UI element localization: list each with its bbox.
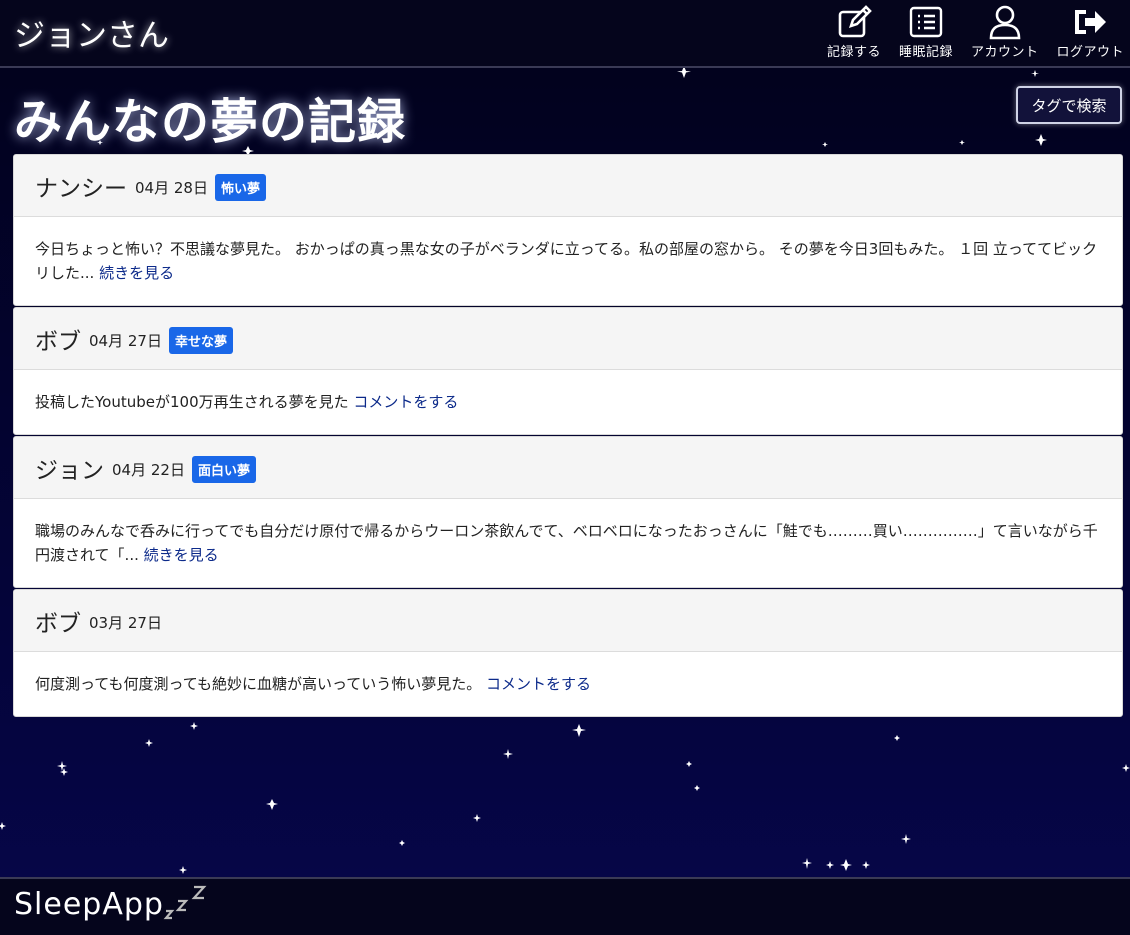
read-more-link[interactable]: 続きを見る xyxy=(99,264,174,282)
dream-post-card: ナンシー 04月 28日 怖い夢 今日ちょっと怖い？不思議な夢見た。 おかっぱの… xyxy=(13,154,1123,306)
nav-logout-button[interactable]: ログアウト xyxy=(1056,4,1124,60)
star-icon xyxy=(399,840,405,846)
star-icon xyxy=(266,799,278,810)
post-text: 今日ちょっと怖い？不思議な夢見た。 おかっぱの真っ黒な女の子がベランダに立ってる… xyxy=(35,240,1098,282)
dream-post-card: ボブ 03月 27日 何度測っても何度測っても絶妙に血糖が高いっていう怖い夢見た… xyxy=(13,589,1123,717)
dream-post-card: ボブ 04月 27日 幸せな夢 投稿したYoutubeが100万再生される夢を見… xyxy=(13,307,1123,435)
post-author: ボブ xyxy=(35,610,81,637)
list-icon xyxy=(909,6,943,38)
post-header: ジョン 04月 22日 面白い夢 xyxy=(14,437,1122,499)
star-icon xyxy=(802,858,812,869)
star-icon xyxy=(694,785,700,791)
post-author: ナンシー xyxy=(35,175,127,202)
nav-menu: 記録する 睡眠記録 アカウント ログアウト xyxy=(809,4,1124,60)
post-tag-badge[interactable]: 幸せな夢 xyxy=(168,326,233,354)
post-author: ジョン xyxy=(35,457,104,484)
logout-icon xyxy=(1075,10,1107,34)
nav-record-button[interactable]: 記録する xyxy=(827,4,881,60)
nav-account-label: アカウント xyxy=(970,45,1039,60)
post-date: 03月 27日 xyxy=(89,614,162,632)
star-icon xyxy=(473,814,481,822)
nav-account-button[interactable]: アカウント xyxy=(971,4,1039,60)
star-icon xyxy=(0,822,6,830)
post-date: 04月 28日 xyxy=(135,179,208,197)
read-more-link[interactable]: 続きを見る xyxy=(144,546,219,564)
post-body: 何度測っても何度測っても絶妙に血糖が高いっていう怖い夢見た。 コメントをする xyxy=(14,652,1122,716)
star-icon xyxy=(145,739,153,747)
post-tag-badge[interactable]: 怖い夢 xyxy=(214,173,266,201)
post-header: ボブ 04月 27日 幸せな夢 xyxy=(14,308,1122,370)
star-icon xyxy=(572,724,586,737)
post-body: 職場のみんなで呑みに行ってでも自分だけ原付で帰るからウーロン茶飲んでて、ベロベロ… xyxy=(14,499,1122,587)
post-text: 何度測っても何度測っても絶妙に血糖が高いっていう怖い夢見た。 xyxy=(35,675,482,693)
dream-post-card: ジョン 04月 22日 面白い夢 職場のみんなで呑みに行ってでも自分だけ原付で帰… xyxy=(13,436,1123,588)
nav-sleep-log-label: 睡眠記録 xyxy=(898,45,953,60)
star-icon xyxy=(894,735,900,741)
star-icon xyxy=(959,140,965,145)
top-navbar: ジョンさん 記録する 睡眠記録 アカウント ログアウト xyxy=(0,0,1130,68)
comment-link[interactable]: コメントをする xyxy=(353,393,458,411)
star-icon xyxy=(862,861,870,869)
nav-sleep-log-button[interactable]: 睡眠記録 xyxy=(899,4,953,60)
post-author: ボブ xyxy=(35,328,81,355)
post-tag-badge[interactable]: 面白い夢 xyxy=(191,455,256,483)
star-icon xyxy=(60,768,68,776)
footer-bar: SleepApp xyxy=(0,877,1130,935)
star-icon xyxy=(901,834,911,844)
star-icon xyxy=(822,142,828,147)
post-header: ボブ 03月 27日 xyxy=(14,590,1122,652)
page-title: みんなの夢の記録 xyxy=(14,94,407,150)
post-body: 投稿したYoutubeが100万再生される夢を見た コメントをする xyxy=(14,370,1122,434)
post-header: ナンシー 04月 28日 怖い夢 xyxy=(14,155,1122,217)
nav-record-label: 記録する xyxy=(826,45,881,60)
post-date: 04月 22日 xyxy=(112,461,185,479)
nav-logout-label: ログアウト xyxy=(1056,45,1124,60)
zzz-icon xyxy=(163,885,207,920)
star-icon xyxy=(1031,70,1039,77)
comment-link[interactable]: コメントをする xyxy=(486,675,591,693)
user-icon xyxy=(989,5,1021,40)
star-icon xyxy=(1122,764,1130,772)
username-display: ジョンさん xyxy=(14,18,169,54)
star-icon xyxy=(1035,134,1047,146)
tag-search-button[interactable]: タグで検索 xyxy=(1016,86,1122,124)
post-text: 投稿したYoutubeが100万再生される夢を見た xyxy=(35,393,349,411)
star-icon xyxy=(840,859,852,871)
dream-post-list: ナンシー 04月 28日 怖い夢 今日ちょっと怖い？不思議な夢見た。 おかっぱの… xyxy=(13,154,1123,718)
star-icon xyxy=(686,761,692,767)
star-icon xyxy=(190,722,198,730)
star-icon xyxy=(57,761,67,771)
edit-icon xyxy=(838,5,872,38)
star-icon xyxy=(826,861,834,869)
star-icon xyxy=(503,749,513,759)
star-icon xyxy=(179,866,187,874)
post-body: 今日ちょっと怖い？不思議な夢見た。 おかっぱの真っ黒な女の子がベランダに立ってる… xyxy=(14,217,1122,305)
post-date: 04月 27日 xyxy=(89,332,162,350)
brand-logo-text: SleepApp xyxy=(14,887,164,922)
